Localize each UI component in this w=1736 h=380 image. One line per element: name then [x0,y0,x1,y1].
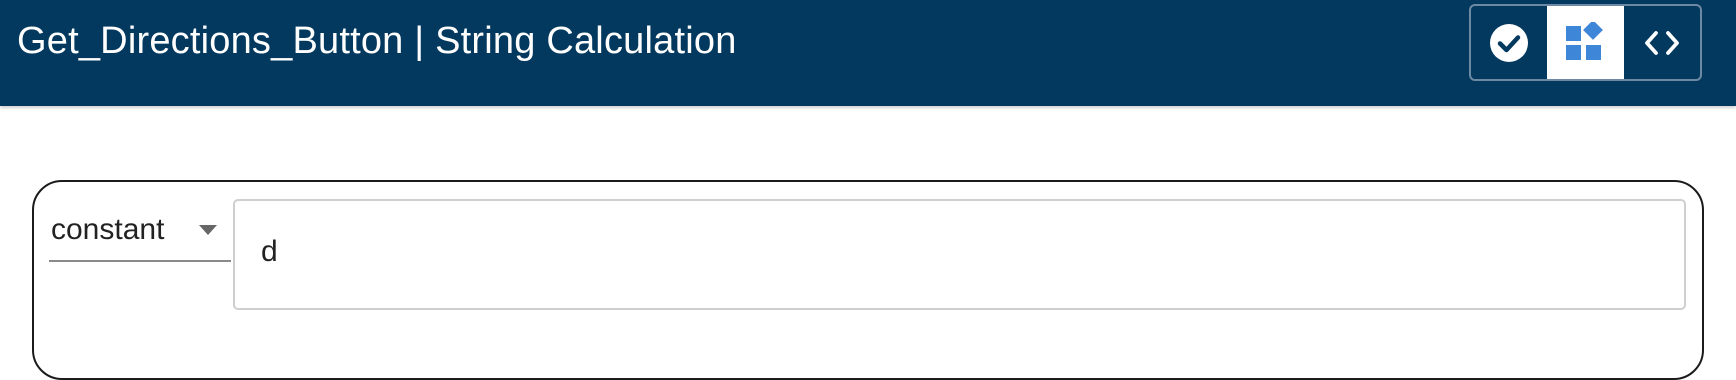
code-mode-button[interactable] [1624,6,1700,79]
code-icon [1644,30,1679,55]
page-title: Get_Directions_Button | String Calculati… [17,20,737,62]
constant-value-input[interactable]: d [233,199,1686,310]
widgets-icon [1566,21,1604,60]
visual-mode-button[interactable] [1547,6,1624,79]
source-type-value: constant [51,213,165,246]
validate-mode-button[interactable] [1471,6,1547,79]
app-header: Get_Directions_Button | String Calculati… [0,0,1736,106]
view-mode-toggle [1469,4,1702,81]
source-type-select[interactable]: constant [49,200,231,262]
dropdown-arrow-icon [199,225,217,235]
constant-value-text: d [261,235,278,268]
check-circle-icon [1490,23,1529,62]
